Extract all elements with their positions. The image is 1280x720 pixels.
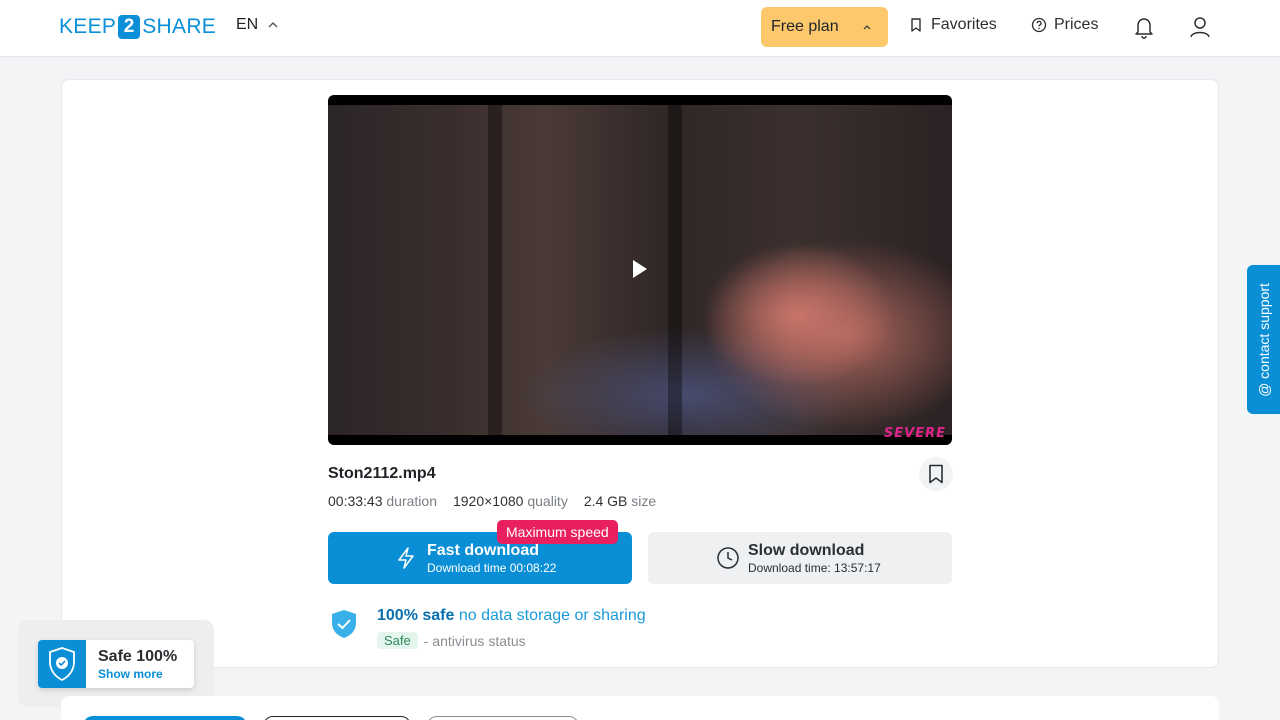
- quality-meta: 1920×1080 quality: [453, 493, 568, 509]
- bookmark-icon: [929, 464, 943, 484]
- bottom-tab[interactable]: [263, 716, 411, 720]
- size-label: size: [631, 493, 657, 509]
- toast-icon-panel: [38, 640, 86, 688]
- video-shadow: [668, 105, 682, 435]
- antivirus-label: - antivirus status: [423, 632, 526, 649]
- play-icon[interactable]: [633, 260, 647, 278]
- duration-meta: 00:33:43 duration: [328, 493, 437, 509]
- logo-digit: 2: [118, 15, 141, 39]
- bookmark-button[interactable]: [919, 457, 953, 491]
- question-circle-icon: [1031, 17, 1047, 33]
- bookmark-icon: [911, 18, 921, 32]
- video-watermark: SEVERE: [883, 426, 946, 441]
- safety-rest: no data storage or sharing: [458, 607, 646, 624]
- video-shadow: [488, 105, 502, 435]
- slow-download-title: Slow download: [748, 542, 865, 559]
- fast-download-time: Download time 00:08:22: [427, 561, 557, 575]
- fast-download-title: Fast download: [427, 542, 539, 559]
- clock-icon: [717, 547, 739, 569]
- show-more-link[interactable]: Show more: [98, 667, 163, 681]
- bottom-tab[interactable]: [83, 716, 247, 720]
- prices-link[interactable]: Prices: [1031, 16, 1098, 34]
- top-header: KEEP 2 SHARE EN Free plan Favorites Prices: [0, 0, 1280, 57]
- duration-value: 00:33:43: [328, 493, 383, 509]
- bottom-tab[interactable]: [427, 716, 579, 720]
- size-meta: 2.4 GB size: [584, 493, 656, 509]
- safe-pill: Safe: [377, 632, 418, 649]
- lightning-icon: [398, 547, 414, 569]
- antivirus-status: Safe - antivirus status: [377, 632, 526, 649]
- video-preview[interactable]: SEVERE: [328, 95, 952, 445]
- slow-download-time: Download time: 13:57:17: [748, 561, 881, 575]
- language-selector[interactable]: EN: [236, 16, 278, 34]
- chevron-up-icon: [268, 22, 278, 28]
- duration-label: duration: [386, 493, 437, 509]
- keep2share-logo[interactable]: KEEP 2 SHARE: [59, 14, 216, 40]
- safety-statement: 100% safe no data storage or sharing: [377, 607, 646, 625]
- file-meta: 00:33:43 duration 1920×1080 quality 2.4 …: [328, 493, 656, 509]
- quality-label: quality: [527, 493, 568, 509]
- bell-icon[interactable]: [1133, 15, 1155, 39]
- safety-strong: 100% safe: [377, 607, 455, 624]
- contact-support-tab[interactable]: @ contact support: [1247, 265, 1280, 414]
- user-icon[interactable]: [1189, 15, 1211, 39]
- shield-check-icon: [332, 610, 356, 638]
- toast-title: Safe 100%: [98, 648, 178, 665]
- logo-suffix: SHARE: [142, 15, 217, 38]
- contact-support-label: @ contact support: [1255, 282, 1272, 397]
- size-value: 2.4 GB: [583, 493, 628, 509]
- slow-download-button[interactable]: Slow download Download time: 13:57:17: [648, 532, 952, 584]
- quality-value: 1920×1080: [452, 493, 524, 509]
- favorites-label: Favorites: [931, 16, 997, 33]
- favorites-link[interactable]: Favorites: [908, 16, 997, 34]
- free-plan-button[interactable]: Free plan: [761, 7, 888, 47]
- file-name: Ston2112.mp4: [328, 465, 436, 482]
- safe-toast[interactable]: Safe 100% Show more: [38, 640, 194, 688]
- max-speed-badge: Maximum speed: [497, 520, 618, 544]
- prices-label: Prices: [1054, 16, 1099, 33]
- plan-label: Free plan: [771, 18, 839, 35]
- chevron-up-icon: [863, 25, 871, 30]
- language-label: EN: [236, 16, 259, 33]
- logo-prefix: KEEP: [59, 15, 117, 38]
- shield-check-icon: [49, 647, 75, 681]
